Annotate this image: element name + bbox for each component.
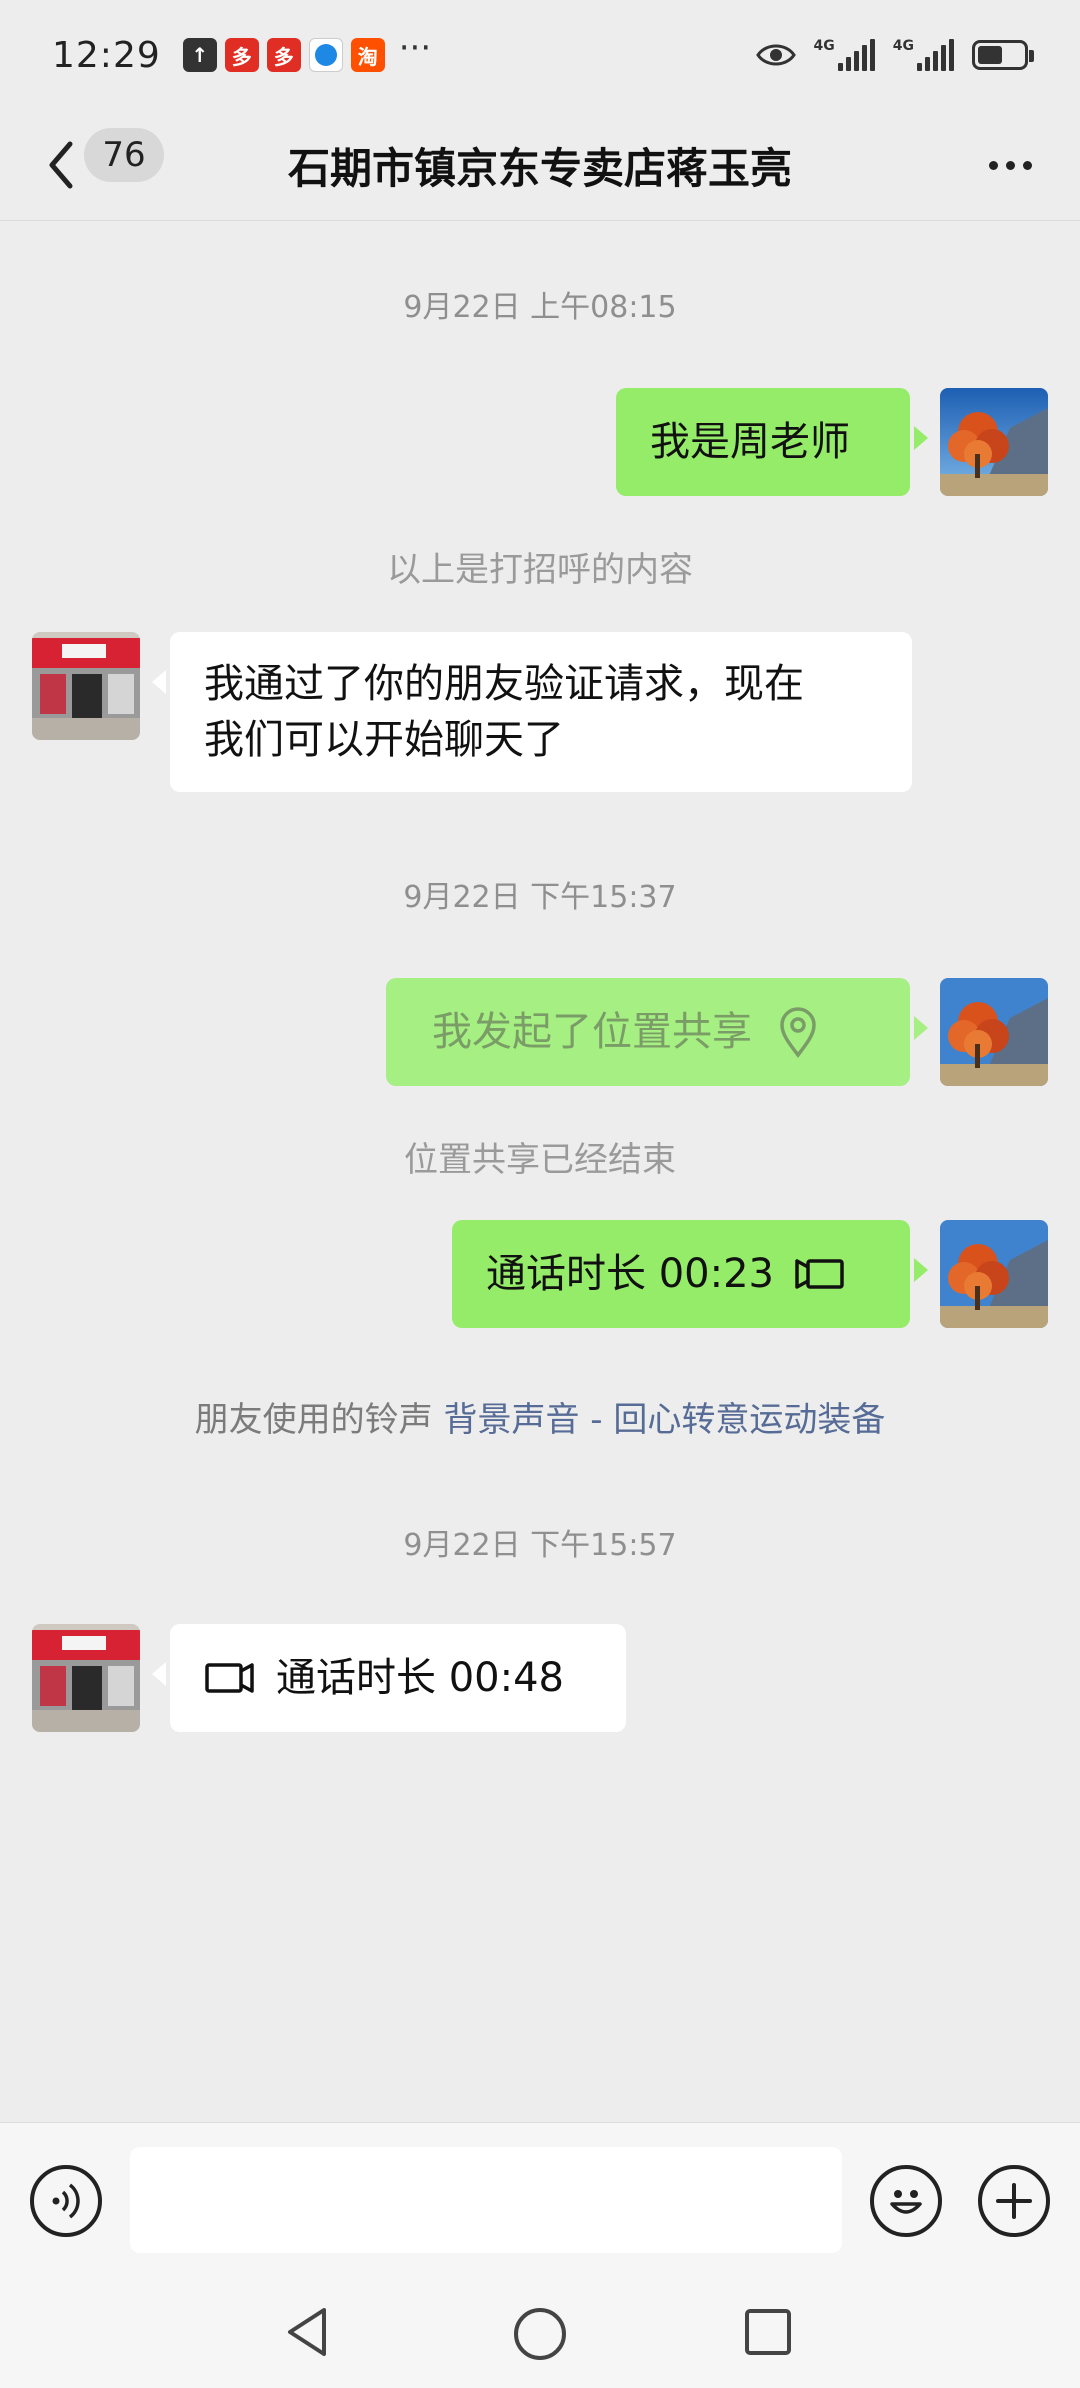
- message-text-line: 我们可以开始聊天了: [204, 717, 564, 763]
- call-duration-text: 通话时长 00:48: [276, 1655, 564, 1701]
- more-button[interactable]: [980, 140, 1040, 190]
- timestamp: 9月22日 上午08:15: [403, 290, 677, 325]
- voice-button[interactable]: [30, 2165, 102, 2237]
- video-call-icon: [795, 1259, 844, 1289]
- ringtone-notice: 朋友使用的铃声 背景声音 - 回心转意运动装备: [0, 1392, 1080, 1441]
- video-call-icon: [205, 1663, 254, 1693]
- message-text-line: 我通过了你的朋友验证请求，现在: [204, 661, 804, 707]
- eye-icon: [755, 44, 796, 66]
- timestamp: 9月22日 下午15:57: [403, 1528, 677, 1563]
- signal-1: 4G: [814, 39, 875, 71]
- location-pin-icon: [780, 1007, 816, 1058]
- received-message-bubble[interactable]: 我通过了你的朋友验证请求，现在 我们可以开始聊天了: [152, 632, 912, 792]
- chevron-left-icon: [49, 141, 73, 189]
- plus-icon: [996, 2183, 1032, 2219]
- signal-bars-icon: [917, 39, 954, 71]
- back-button[interactable]: [36, 130, 86, 200]
- battery-level: [978, 46, 1003, 64]
- more-notifications-icon: ···: [398, 28, 432, 68]
- more-horizontal-icon: [988, 160, 998, 170]
- location-share-bubble[interactable]: 我发起了位置共享: [386, 978, 928, 1086]
- voice-input-icon: [52, 2183, 80, 2219]
- sent-call-bubble[interactable]: 通话时长 00:23: [452, 1220, 928, 1328]
- nav-recents-icon[interactable]: [744, 2308, 792, 2356]
- message-input[interactable]: [130, 2147, 842, 2253]
- notification-icons: ↑ 多 多 淘: [182, 38, 385, 72]
- store-front-avatar-image: [32, 1624, 140, 1732]
- battery-icon: [972, 40, 1034, 70]
- emoji-icon: [890, 2190, 922, 2214]
- status-bar: 12:29 ↑ 多 多 淘 ··· 4G 4G: [0, 0, 1080, 110]
- more-functions-button[interactable]: [978, 2165, 1050, 2237]
- message-text: 我发起了位置共享: [432, 1009, 752, 1055]
- autumn-tree-avatar-image: [940, 388, 1048, 496]
- my-avatar[interactable]: [940, 388, 1048, 496]
- autumn-tree-avatar-image: [940, 1220, 1048, 1328]
- header-divider: [0, 220, 1080, 221]
- sent-message-bubble[interactable]: 我是周老师: [616, 388, 928, 496]
- system-message: 以上是打招呼的内容: [387, 550, 693, 590]
- emoji-button[interactable]: [870, 2165, 942, 2237]
- signal-2: 4G: [893, 39, 954, 71]
- browser-app-icon: [308, 38, 343, 72]
- nav-back-icon[interactable]: [282, 2304, 332, 2360]
- clock: 12:29: [52, 34, 161, 76]
- system-navigation-bar: [0, 2278, 1080, 2388]
- nav-home-icon[interactable]: [512, 2306, 568, 2362]
- system-message: 位置共享已经结束: [404, 1140, 676, 1180]
- signal-bars-icon: [837, 39, 875, 71]
- timestamp: 9月22日 下午15:37: [403, 880, 677, 915]
- input-bar: [0, 2122, 1080, 2278]
- message-text: 我是周老师: [650, 419, 850, 465]
- ringtone-prefix: 朋友使用的铃声: [194, 1400, 444, 1440]
- my-avatar[interactable]: [940, 1220, 1048, 1328]
- call-duration-text: 通话时长 00:23: [486, 1251, 774, 1297]
- autumn-tree-avatar-image: [940, 978, 1048, 1086]
- pinduoduo-app-icon: 多: [266, 38, 301, 72]
- my-avatar[interactable]: [940, 978, 1048, 1086]
- received-call-bubble[interactable]: 通话时长 00:48: [152, 1624, 626, 1732]
- unread-count-badge[interactable]: 76: [84, 128, 164, 182]
- upload-icon: ↑: [182, 38, 217, 72]
- taobao-app-icon: 淘: [350, 38, 385, 72]
- contact-avatar[interactable]: [32, 1624, 140, 1732]
- ringtone-link[interactable]: 背景声音 - 回心转意运动装备: [443, 1400, 885, 1440]
- store-front-avatar-image: [32, 632, 140, 740]
- pinduoduo-app-icon: 多: [224, 38, 259, 72]
- contact-avatar[interactable]: [32, 632, 140, 740]
